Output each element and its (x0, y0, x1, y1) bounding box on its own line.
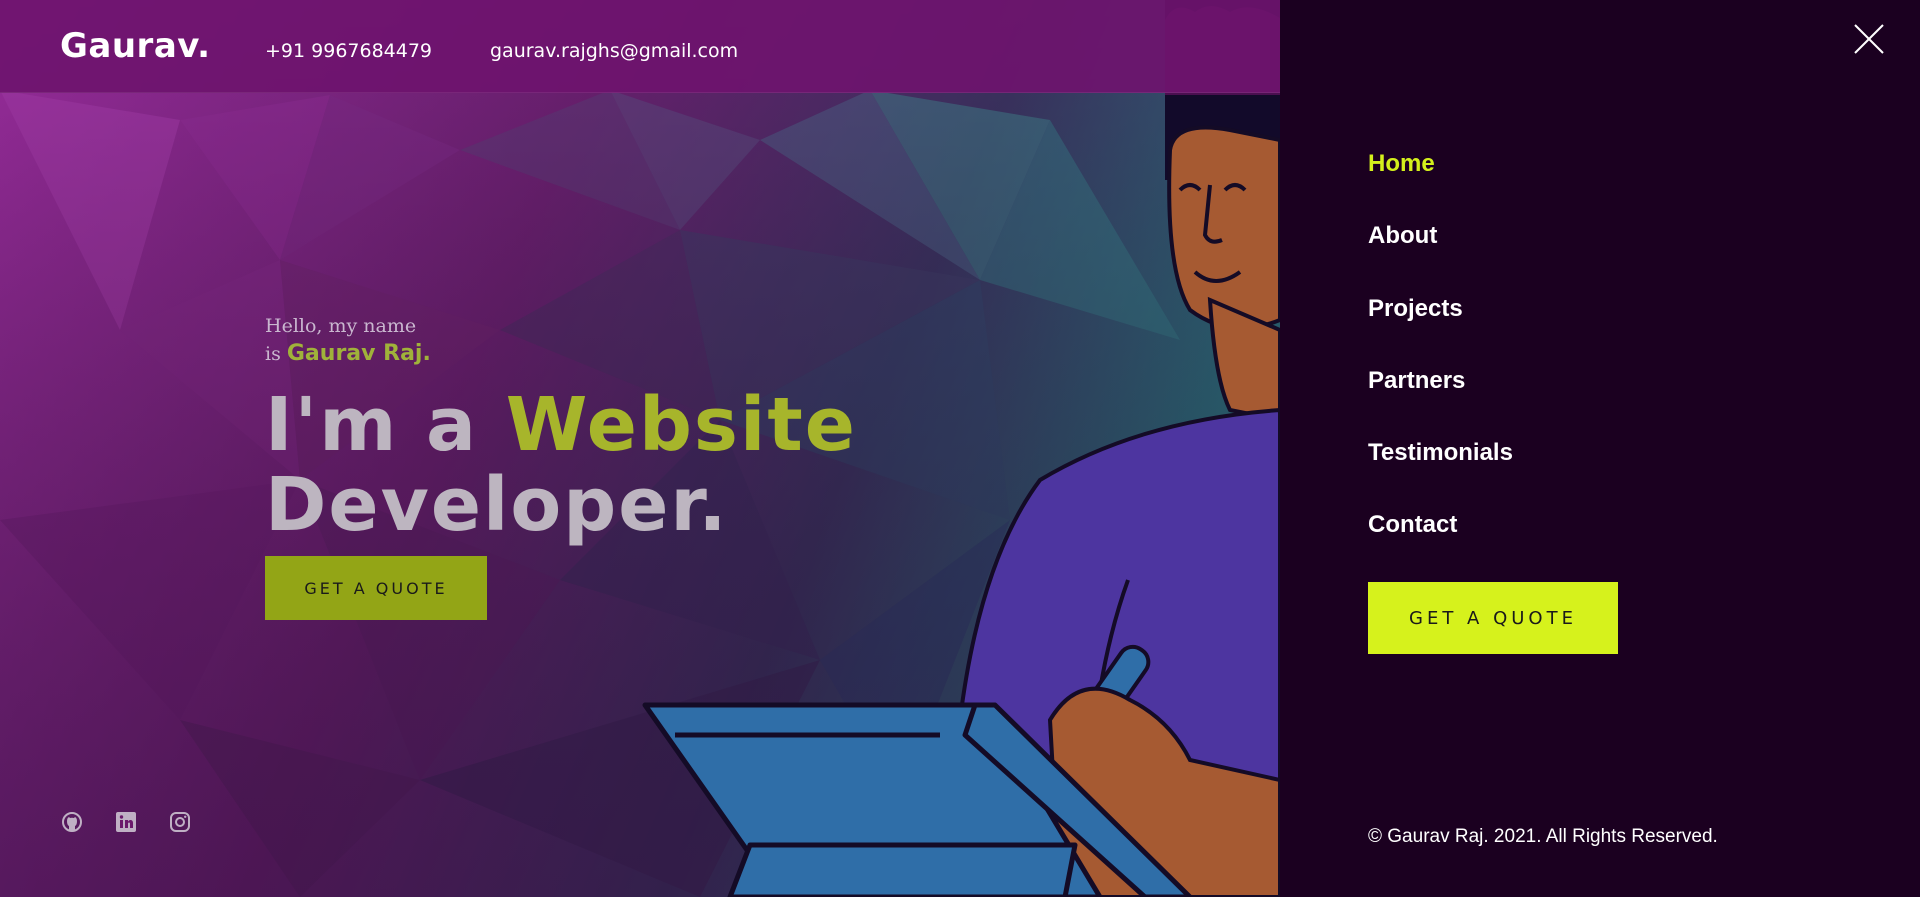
menu-item-contact[interactable]: Contact (1368, 511, 1457, 539)
menu-item-testimonials[interactable]: Testimonials (1368, 439, 1513, 467)
instagram-link[interactable] (168, 810, 192, 834)
greeting-line: Hello, my name (265, 315, 417, 337)
menu-get-quote-button[interactable]: GET A QUOTE (1368, 582, 1618, 654)
github-link[interactable] (60, 810, 84, 834)
menu-item-home[interactable]: Home (1368, 150, 1435, 178)
menu-item-projects[interactable]: Projects (1368, 295, 1463, 323)
brand-logo[interactable]: Gaurav. (60, 26, 211, 66)
menu-item-about[interactable]: About (1368, 222, 1437, 250)
github-icon (62, 812, 82, 832)
intro-text: Hello, my name is Gaurav Raj. (265, 312, 431, 368)
linkedin-icon (116, 812, 136, 832)
greeting-prefix: is (265, 343, 281, 365)
close-icon[interactable] (1852, 22, 1886, 56)
headline-highlight: Website (505, 382, 857, 468)
phone-link[interactable]: +91 9967684479 (265, 40, 432, 62)
menu-item-partners[interactable]: Partners (1368, 367, 1465, 395)
headline-prefix: I'm a (265, 382, 478, 468)
copyright-text: © Gaurav Raj. 2021. All Rights Reserved. (1368, 826, 1718, 847)
linkedin-link[interactable] (114, 810, 138, 834)
email-link[interactable]: gaurav.rajghs@gmail.com (490, 40, 738, 62)
hero-name: Gaurav Raj. (286, 341, 431, 366)
hero-headline: I'm a Website Developer. (265, 385, 857, 545)
headline-line2: Developer. (265, 462, 729, 548)
hero-section: Gaurav. +91 9967684479 gaurav.rajghs@gma… (0, 0, 1280, 897)
hero-get-quote-button[interactable]: GET A QUOTE (265, 556, 487, 620)
instagram-icon (170, 812, 190, 832)
